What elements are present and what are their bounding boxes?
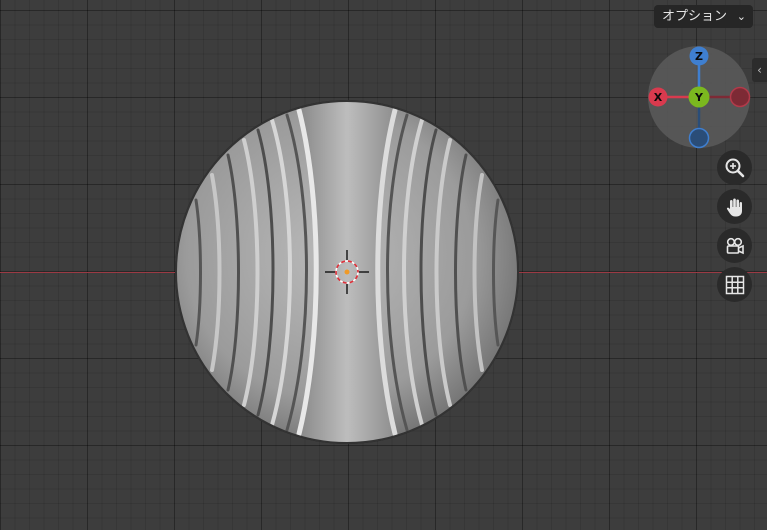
gizmo-y-handle[interactable]: Y xyxy=(688,86,710,108)
options-label: オプション xyxy=(662,9,728,24)
gizmo-neg-z-handle[interactable] xyxy=(688,127,710,149)
grid-icon xyxy=(725,275,744,294)
camera-icon xyxy=(726,237,744,254)
zoom-icon xyxy=(725,158,744,177)
gizmo-z-label: Z xyxy=(695,50,703,63)
chevron-left-icon: ‹ xyxy=(757,63,762,77)
sidebar-toggle[interactable]: ‹ xyxy=(752,58,767,82)
perspective-toggle-button[interactable] xyxy=(717,267,752,302)
gizmo-y-label: Y xyxy=(694,91,704,104)
options-dropdown[interactable]: オプション ⌄ xyxy=(654,5,753,28)
pan-hand-icon xyxy=(726,198,742,216)
camera-view-button[interactable] xyxy=(717,228,752,263)
pan-button[interactable] xyxy=(717,189,752,224)
navigation-gizmo[interactable]: Z X Y xyxy=(647,45,751,149)
gizmo-x-handle[interactable]: X xyxy=(648,87,668,107)
zoom-button[interactable] xyxy=(717,150,752,185)
gizmo-z-handle[interactable]: Z xyxy=(689,46,709,66)
chevron-down-icon: ⌄ xyxy=(736,10,746,23)
gizmo-x-label: X xyxy=(654,91,663,104)
gizmo-neg-x-handle[interactable] xyxy=(729,86,751,108)
